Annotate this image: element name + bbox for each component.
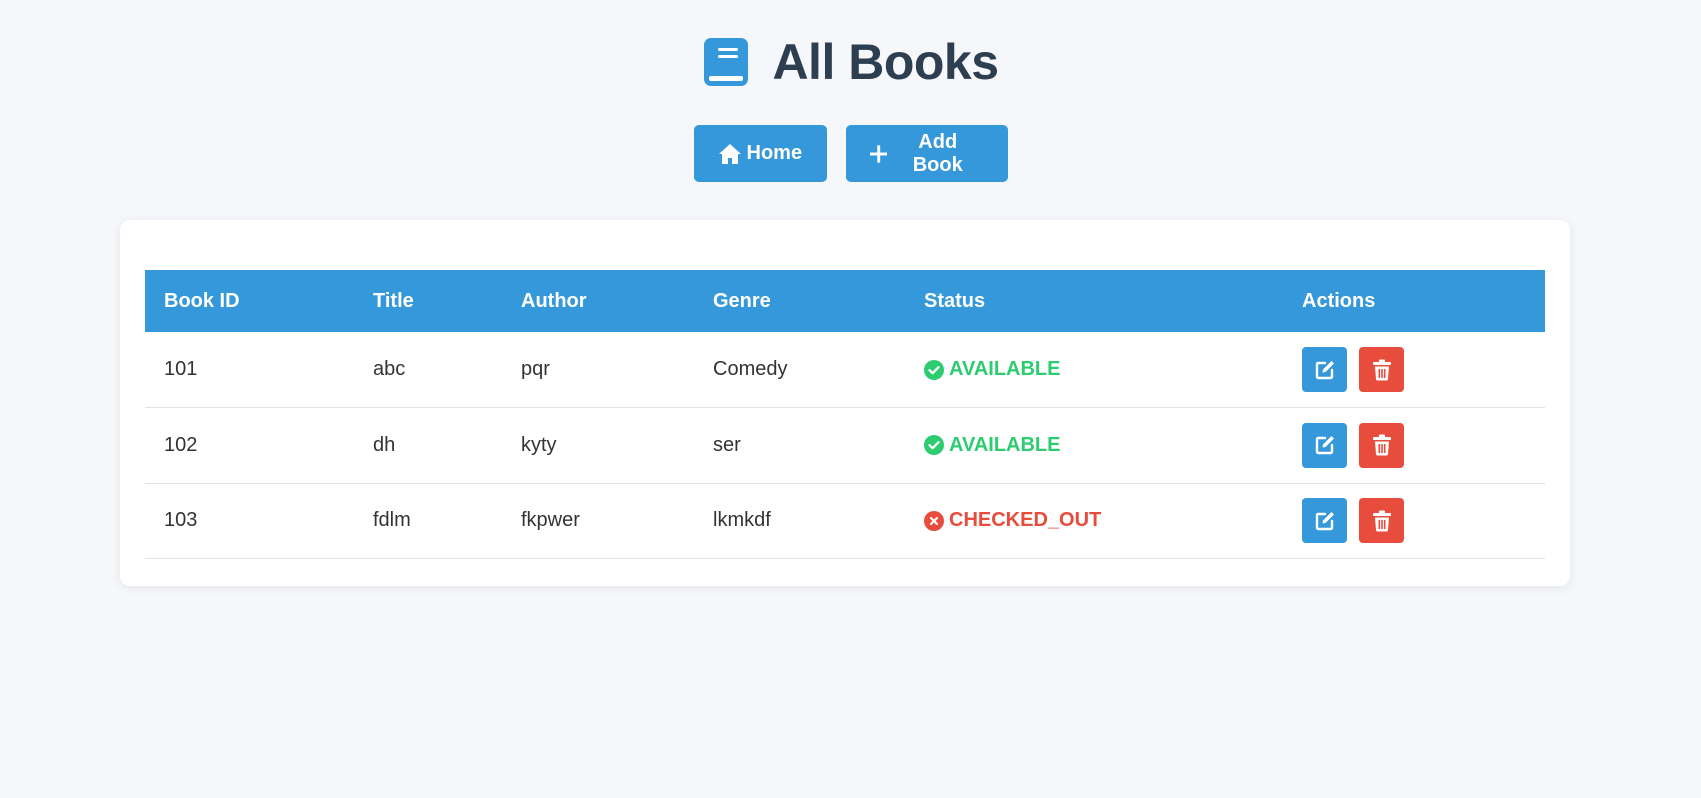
edit-button[interactable] bbox=[1302, 422, 1347, 468]
column-header-author: Author bbox=[521, 289, 587, 312]
table-row: 102 dh kyty ser AVAILABLE bbox=[145, 408, 1545, 484]
edit-icon bbox=[1315, 511, 1334, 530]
status-badge: AVAILABLE bbox=[924, 434, 1283, 457]
cell-status: AVAILABLE bbox=[905, 408, 1283, 484]
home-icon bbox=[718, 143, 741, 164]
status-text: AVAILABLE bbox=[949, 358, 1061, 380]
plus-icon bbox=[869, 144, 887, 163]
delete-button[interactable] bbox=[1359, 422, 1404, 468]
column-header-title: Title bbox=[373, 289, 414, 312]
table-header-row: Book ID Title Author Genre Status Action… bbox=[145, 270, 1545, 332]
status-text: AVAILABLE bbox=[949, 433, 1061, 456]
delete-button[interactable] bbox=[1359, 498, 1404, 544]
cell-genre: Comedy bbox=[713, 358, 788, 380]
page-title: All Books bbox=[772, 34, 999, 90]
cell-book-id: 103 bbox=[164, 509, 198, 532]
cell-title: abc bbox=[373, 358, 406, 380]
cell-genre: ser bbox=[713, 433, 741, 456]
status-badge: AVAILABLE bbox=[924, 358, 1283, 381]
table-row: 103 fdlm fkpwer lkmkdf CHECKED_OUT bbox=[145, 483, 1545, 559]
check-circle-icon bbox=[924, 359, 944, 380]
column-header-book-id: Book ID bbox=[164, 289, 240, 312]
books-table: Book ID Title Author Genre Status Action… bbox=[145, 270, 1545, 559]
edit-button[interactable] bbox=[1302, 347, 1347, 392]
column-header-genre: Genre bbox=[713, 289, 771, 312]
cell-author: kyty bbox=[521, 433, 557, 456]
x-circle-icon bbox=[924, 510, 944, 531]
cell-genre: lkmkdf bbox=[713, 509, 771, 532]
add-book-button[interactable]: Add Book bbox=[845, 125, 1008, 182]
cell-book-id: 101 bbox=[164, 358, 198, 380]
cell-actions bbox=[1283, 332, 1545, 408]
books-card: Book ID Title Author Genre Status Action… bbox=[120, 220, 1570, 586]
edit-icon bbox=[1315, 436, 1334, 455]
book-icon bbox=[704, 38, 749, 86]
status-text: CHECKED_OUT bbox=[949, 509, 1102, 532]
cell-book-id: 102 bbox=[164, 433, 198, 456]
column-header-actions: Actions bbox=[1302, 289, 1376, 312]
trash-icon bbox=[1372, 510, 1391, 532]
cell-title: dh bbox=[373, 433, 396, 456]
cell-actions bbox=[1283, 408, 1545, 484]
delete-button[interactable] bbox=[1359, 347, 1404, 392]
table-row: 101 abc pqr Comedy AVAILABLE bbox=[145, 332, 1545, 408]
cell-status: AVAILABLE bbox=[905, 332, 1283, 408]
cell-status: CHECKED_OUT bbox=[905, 483, 1283, 559]
cell-title: fdlm bbox=[373, 509, 411, 532]
edit-icon bbox=[1315, 360, 1334, 379]
cell-author: fkpwer bbox=[521, 509, 580, 532]
cell-author: pqr bbox=[521, 358, 550, 380]
column-header-status: Status bbox=[924, 289, 986, 312]
home-button[interactable]: Home bbox=[693, 125, 827, 182]
status-badge: CHECKED_OUT bbox=[924, 509, 1283, 532]
trash-icon bbox=[1372, 359, 1391, 380]
page-header: All Books bbox=[0, 30, 1701, 94]
edit-button[interactable] bbox=[1302, 498, 1347, 544]
home-button-label: Home bbox=[746, 142, 803, 164]
cell-actions bbox=[1283, 483, 1545, 559]
check-circle-icon bbox=[924, 435, 944, 456]
trash-icon bbox=[1372, 434, 1391, 456]
add-book-button-label: Add Book bbox=[912, 130, 963, 176]
nav-buttons: Home Add Book bbox=[0, 125, 1701, 182]
